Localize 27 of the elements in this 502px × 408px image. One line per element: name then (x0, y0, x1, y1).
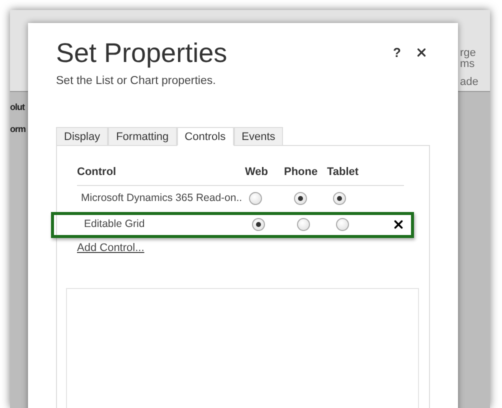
control-name: Microsoft Dynamics 365 Read-on.. (80, 190, 244, 206)
radio-button[interactable] (294, 192, 307, 206)
control-name: Editable Grid (83, 216, 146, 232)
tab[interactable]: Formatting (108, 127, 177, 146)
radio-button[interactable] (252, 218, 265, 232)
background-label: ms (460, 59, 475, 70)
column-header: Control (77, 165, 118, 180)
close-icon[interactable] (415, 46, 428, 59)
radio-button[interactable] (297, 218, 310, 232)
column-header: Phone (284, 165, 319, 180)
tab[interactable]: Controls (176, 127, 234, 146)
radio-button[interactable] (249, 192, 262, 206)
column-header: Tablet (327, 165, 360, 180)
background-label: rge (460, 48, 477, 59)
tab[interactable]: Display (56, 127, 108, 146)
column-header: Web (245, 165, 270, 180)
background-label: orm (10, 123, 26, 136)
dialog-subtitle: Set the List or Chart properties. (56, 74, 217, 89)
radio-button[interactable] (333, 192, 346, 206)
dialog-title: Set Properties (56, 37, 228, 69)
add-control-link[interactable]: Add Control... (77, 240, 144, 256)
background-label: ade (460, 77, 478, 88)
remove-icon[interactable] (392, 218, 405, 232)
help-button[interactable]: ? (393, 43, 401, 62)
radio-button[interactable] (336, 218, 349, 232)
background-label: olut (10, 101, 26, 114)
tab[interactable]: Events (234, 127, 284, 146)
